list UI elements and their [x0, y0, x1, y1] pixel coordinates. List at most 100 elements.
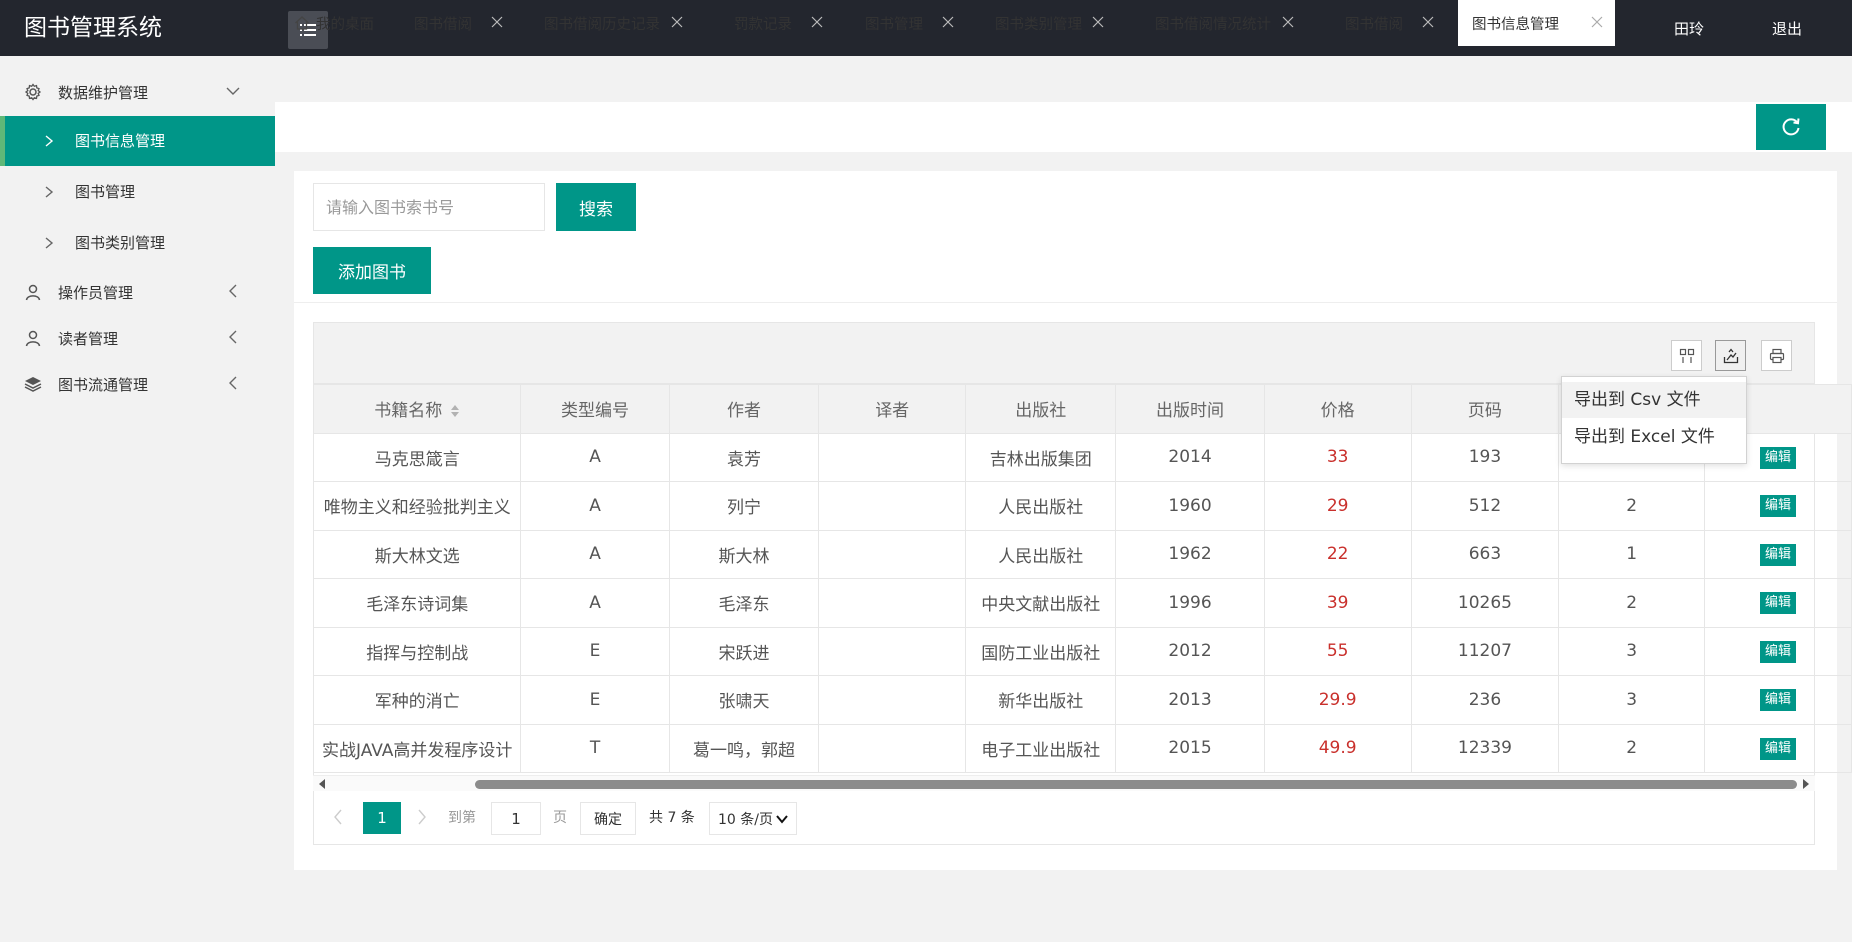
sort-icon[interactable] — [450, 404, 460, 418]
edit-button[interactable]: 编辑 — [1760, 447, 1796, 469]
cell-action: 编辑 — [1705, 530, 1852, 579]
chevron-right-icon[interactable] — [417, 809, 427, 825]
sidebar-group-label: 操作员管理 — [58, 282, 133, 303]
print-button[interactable] — [1761, 340, 1792, 371]
export-button[interactable] — [1715, 340, 1746, 371]
cell-publisher: 电子工业出版社 — [966, 724, 1116, 773]
total-count: 共 7 条 — [649, 807, 695, 827]
cell-author: 宋跃进 — [669, 627, 819, 676]
close-icon[interactable] — [671, 16, 683, 28]
col-header-name[interactable]: 书籍名称 — [314, 385, 521, 434]
tab-book-category[interactable]: 图书类别管理 — [981, 0, 1116, 46]
chevron-right-icon — [44, 135, 54, 147]
current-user[interactable]: 田玲 — [1674, 18, 1704, 39]
goto-page-input[interactable] — [491, 802, 541, 835]
cell-year: 2013 — [1116, 676, 1264, 725]
home-icon — [294, 15, 310, 31]
cell-count: 2 — [1559, 579, 1705, 628]
cell-price: 49.9 — [1264, 724, 1411, 773]
horizontal-scrollbar[interactable] — [313, 775, 1815, 791]
page-label: 页 — [553, 807, 567, 827]
chevron-down-icon — [776, 814, 788, 824]
sidebar-item-book-manage[interactable]: 图书管理 — [0, 167, 275, 217]
cell-author: 葛一鸣，郭超 — [669, 724, 819, 773]
cell-pages: 193 — [1411, 433, 1559, 482]
close-icon[interactable] — [1092, 16, 1104, 28]
chevron-left-icon[interactable] — [333, 809, 343, 825]
chevron-down-icon — [226, 84, 240, 98]
user-icon — [24, 283, 42, 301]
sidebar-group-circulation[interactable]: 图书流通管理 — [0, 360, 275, 406]
cell-type: A — [521, 482, 669, 531]
tab-borrow-2[interactable]: 图书借阅 — [1331, 0, 1446, 46]
table-row: 毛泽东诗词集 A 毛泽东 中央文献出版社 1996 39 10265 2 编辑 — [314, 579, 1852, 628]
scroll-left-icon[interactable] — [318, 779, 326, 789]
chevron-left-icon — [226, 284, 240, 298]
tab-label: 我的桌面 — [316, 13, 374, 34]
tab-label: 图书借阅 — [1345, 13, 1403, 34]
scrollbar-thumb[interactable] — [475, 780, 1797, 789]
tab-borrow[interactable]: 图书借阅 — [400, 0, 515, 46]
divider — [294, 302, 1837, 303]
tab-book-info[interactable]: 图书信息管理 — [1458, 0, 1615, 46]
cell-pages: 236 — [1411, 676, 1559, 725]
tab-borrow-stats[interactable]: 图书借阅情况统计 — [1141, 0, 1306, 46]
cell-type: A — [521, 579, 669, 628]
tab-fine-records[interactable]: 罚款记录 — [720, 0, 835, 46]
cell-type: T — [521, 724, 669, 773]
close-icon[interactable] — [811, 16, 823, 28]
cell-publisher: 中央文献出版社 — [966, 579, 1116, 628]
cell-translator — [819, 627, 966, 676]
sidebar-item-book-info[interactable]: 图书信息管理 — [0, 116, 275, 166]
tab-desktop[interactable]: 我的桌面 — [280, 0, 390, 46]
search-button[interactable]: 搜索 — [556, 183, 636, 231]
tab-label: 图书信息管理 — [1472, 13, 1559, 34]
close-icon[interactable] — [491, 16, 503, 28]
table-toolbar — [313, 322, 1815, 384]
cell-author: 张啸天 — [669, 676, 819, 725]
refresh-button[interactable] — [1756, 104, 1826, 150]
sidebar-item-book-category[interactable]: 图书类别管理 — [0, 218, 275, 268]
column-filter-button[interactable] — [1671, 340, 1702, 371]
edit-button[interactable]: 编辑 — [1760, 738, 1796, 760]
refresh-icon — [1780, 116, 1802, 138]
tab-label: 图书类别管理 — [995, 13, 1082, 34]
add-book-button[interactable]: 添加图书 — [313, 247, 431, 294]
edit-button[interactable]: 编辑 — [1760, 495, 1796, 517]
cell-publisher: 新华出版社 — [966, 676, 1116, 725]
sidebar-group-reader[interactable]: 读者管理 — [0, 314, 275, 360]
cell-type: A — [521, 530, 669, 579]
cell-name: 军种的消亡 — [314, 676, 521, 725]
cell-name: 唯物主义和经验批判主义 — [314, 482, 521, 531]
chevron-left-icon — [226, 376, 240, 390]
page-current[interactable]: 1 — [363, 802, 401, 834]
export-excel-option[interactable]: 导出到 Excel 文件 — [1562, 419, 1746, 455]
logout-link[interactable]: 退出 — [1772, 18, 1802, 39]
scroll-right-icon[interactable] — [1802, 779, 1810, 789]
cell-count: 2 — [1559, 482, 1705, 531]
tab-book-manage[interactable]: 图书管理 — [851, 0, 966, 46]
export-csv-option[interactable]: 导出到 Csv 文件 — [1562, 382, 1746, 418]
search-input[interactable] — [313, 183, 545, 231]
close-icon[interactable] — [942, 16, 954, 28]
edit-button[interactable]: 编辑 — [1760, 689, 1796, 711]
close-icon[interactable] — [1282, 16, 1294, 28]
tab-bar — [275, 56, 1852, 102]
goto-confirm-button[interactable]: 确定 — [580, 802, 636, 835]
edit-button[interactable]: 编辑 — [1760, 641, 1796, 663]
cell-year: 2014 — [1116, 433, 1264, 482]
tab-borrow-history[interactable]: 图书借阅历史记录 — [530, 0, 695, 46]
sidebar-group-operator[interactable]: 操作员管理 — [0, 268, 275, 314]
edit-button[interactable]: 编辑 — [1760, 592, 1796, 614]
sidebar-group-data-maintenance[interactable]: 数据维护管理 — [0, 68, 275, 114]
cell-year: 1960 — [1116, 482, 1264, 531]
close-icon[interactable] — [1591, 16, 1603, 28]
tab-label: 图书借阅 — [414, 13, 472, 34]
close-icon[interactable] — [1422, 16, 1434, 28]
page-size-select[interactable]: 10 条/页 — [709, 802, 797, 835]
printer-icon — [1769, 348, 1785, 364]
edit-button[interactable]: 编辑 — [1760, 544, 1796, 566]
cell-author: 斯大林 — [669, 530, 819, 579]
page-size-value: 10 条/页 — [718, 809, 773, 829]
table-row: 实战JAVA高并发程序设计 T 葛一鸣，郭超 电子工业出版社 2015 49.9… — [314, 724, 1852, 773]
